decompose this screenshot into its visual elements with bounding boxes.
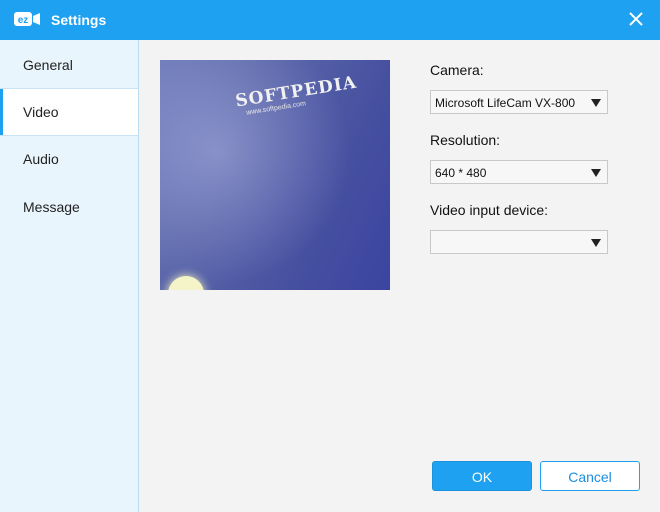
- sidebar-item-general[interactable]: General: [0, 42, 138, 88]
- camera-label: Camera:: [430, 62, 484, 78]
- resolution-select-value: 640 * 480: [435, 166, 487, 180]
- camera-preview: SOFTPEDIA www.softpedia.com: [160, 60, 390, 290]
- cancel-button[interactable]: Cancel: [540, 461, 640, 491]
- svg-text:ez: ez: [18, 15, 29, 26]
- video-input-select[interactable]: [430, 230, 608, 254]
- sidebar-item-video[interactable]: Video: [0, 88, 138, 136]
- chevron-down-icon: [591, 239, 601, 247]
- window-title: Settings: [51, 12, 107, 28]
- chevron-down-icon: [591, 169, 601, 177]
- chevron-down-icon: [591, 99, 601, 107]
- camera-select[interactable]: Microsoft LifeCam VX-800: [430, 90, 608, 114]
- sidebar: General Video Audio Message: [0, 40, 139, 512]
- sidebar-item-label: Audio: [23, 151, 59, 167]
- sidebar-item-label: Message: [23, 199, 80, 215]
- sidebar-item-audio[interactable]: Audio: [0, 136, 138, 182]
- close-icon[interactable]: [622, 6, 650, 32]
- sidebar-item-label: Video: [23, 104, 59, 120]
- camera-select-value: Microsoft LifeCam VX-800: [435, 96, 576, 110]
- sidebar-item-label: General: [23, 57, 73, 73]
- ok-button[interactable]: OK: [432, 461, 532, 491]
- resolution-select[interactable]: 640 * 480: [430, 160, 608, 184]
- sidebar-item-message[interactable]: Message: [0, 184, 138, 230]
- resolution-label: Resolution:: [430, 132, 501, 148]
- video-input-label: Video input device:: [430, 202, 549, 218]
- app-logo-icon: ez: [14, 12, 40, 26]
- title-bar: ez Settings: [0, 0, 660, 40]
